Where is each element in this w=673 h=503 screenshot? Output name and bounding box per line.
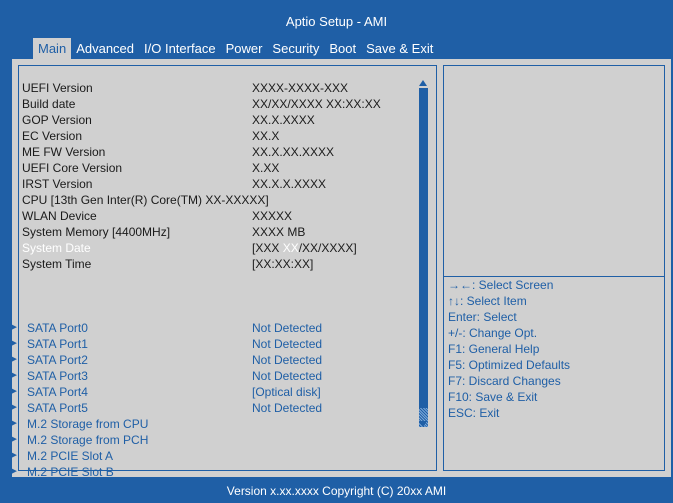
info-label: WLAN Device (22, 209, 97, 223)
tab-boot[interactable]: Boot (324, 38, 361, 59)
info-value: XX.X.XX.XXXX (252, 145, 335, 159)
submenu-label: M.2 PCIE Slot A (27, 449, 114, 463)
info-value: XX.X.XXXX (252, 113, 315, 127)
info-value: XXXX-XXXX-XXX (252, 81, 349, 95)
system-date-suffix: /XX/XXXX] (298, 241, 357, 255)
system-date-selected-field[interactable]: XX (283, 241, 299, 255)
submenu-value: Not Detected (252, 401, 323, 415)
help-exit: ESC: Exit (448, 406, 500, 420)
info-label: UEFI Core Version (22, 161, 123, 175)
submenu-label: M.2 PCIE Slot B (27, 465, 114, 479)
system-time-value[interactable]: [XX:XX:XX] (252, 256, 313, 272)
submenu-label: SATA Port0 (27, 321, 88, 335)
setup-content-frame (12, 59, 671, 477)
info-value: XXXXX (252, 209, 293, 223)
help-select-item: ↑↓: Select Item (448, 294, 527, 308)
submenu-arrow-icon: ► (9, 338, 19, 349)
cpu-info: CPU [13th Gen Inter(R) Core(TM) XX-XXXXX… (22, 193, 269, 207)
submenu-value: Not Detected (252, 321, 323, 335)
info-label: UEFI Version (22, 81, 93, 95)
submenu-label: M.2 Storage from PCH (27, 433, 149, 447)
scroll-track[interactable] (419, 88, 428, 427)
system-date-value[interactable]: [XXX XX/XX/XXXX] (252, 240, 357, 256)
help-change-opt: +/-: Change Opt. (448, 326, 538, 340)
tab-security[interactable]: Security (267, 38, 324, 59)
submenu-arrow-icon: ► (9, 386, 19, 397)
submenu-arrow-icon: ► (9, 450, 19, 461)
help-general-help: F1: General Help (448, 342, 540, 356)
info-value: XX.X (252, 129, 280, 143)
window-title: Aptio Setup - AMI (285, 14, 388, 29)
submenu-value: Not Detected (252, 353, 323, 367)
system-time-label: System Time (22, 257, 92, 271)
info-value: XXXX MB (252, 225, 306, 239)
submenu-label: SATA Port1 (27, 337, 88, 351)
submenu-label: SATA Port4 (27, 385, 88, 399)
tab-io-interface[interactable]: I/O Interface (139, 38, 221, 59)
scroll-up-arrow-icon[interactable] (419, 80, 427, 86)
submenu-label: SATA Port2 (27, 353, 88, 367)
submenu-arrow-icon: ► (9, 466, 19, 477)
submenu-value: Not Detected (252, 337, 323, 351)
menu-bar: Main Advanced I/O Interface Power Securi… (33, 38, 438, 59)
help-select-screen: →←: Select Screen (448, 278, 554, 292)
tab-advanced[interactable]: Advanced (71, 38, 139, 59)
submenu-label: SATA Port5 (27, 401, 88, 415)
help-save-exit: F10: Save & Exit (448, 390, 538, 404)
info-value: X.XX (252, 161, 280, 175)
footer-version: Version x.xx.xxxx Copyright (C) 20xx AMI (226, 484, 447, 498)
submenu-arrow-icon: ► (9, 418, 19, 429)
submenu-arrow-icon: ► (9, 354, 19, 365)
help-optimized-defaults: F5: Optimized Defaults (448, 358, 571, 372)
scroll-down-arrow-icon[interactable] (419, 421, 427, 427)
submenu-value: [Optical disk] (252, 385, 321, 399)
submenu-value: Not Detected (252, 369, 323, 383)
info-label: GOP Version (22, 113, 92, 127)
info-label: IRST Version (22, 177, 93, 191)
info-label: EC Version (22, 129, 83, 143)
system-date-label: System Date (22, 241, 91, 255)
tab-save-exit[interactable]: Save & Exit (361, 38, 438, 59)
submenu-arrow-icon: ► (9, 370, 19, 381)
submenu-label: M.2 Storage from CPU (27, 417, 149, 431)
info-label: System Memory [4400MHz] (22, 225, 171, 239)
tab-main[interactable]: Main (33, 38, 72, 59)
submenu-label: SATA Port3 (27, 369, 88, 383)
submenu-arrow-icon: ► (9, 434, 19, 445)
info-value: XX/XX/XXXX XX:XX:XX (252, 97, 381, 111)
scrollbar[interactable] (419, 80, 428, 427)
info-value: XX.X.X.XXXX (252, 177, 327, 191)
tab-power[interactable]: Power (221, 38, 268, 59)
submenu-arrow-icon: ► (9, 402, 19, 413)
submenu-arrow-icon: ► (9, 322, 19, 333)
system-date-prefix: [XXX (252, 241, 283, 255)
info-label: ME FW Version (22, 145, 106, 159)
info-label: Build date (22, 97, 76, 111)
help-discard-changes: F7: Discard Changes (448, 374, 561, 388)
help-enter: Enter: Select (448, 310, 517, 324)
